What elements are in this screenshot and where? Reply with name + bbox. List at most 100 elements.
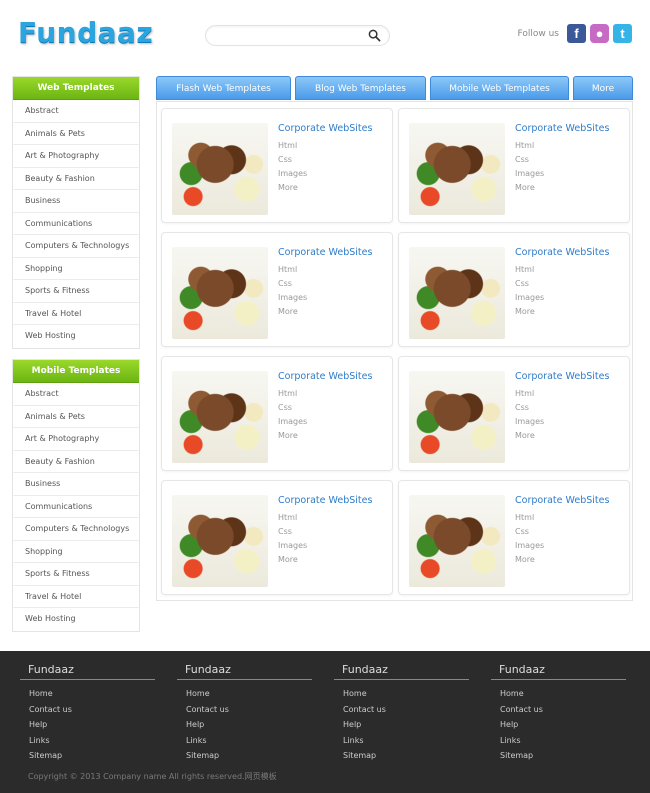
- search-box[interactable]: [205, 25, 390, 46]
- card-link-css[interactable]: Css: [515, 279, 529, 288]
- food-thumbnail-image[interactable]: [172, 495, 268, 587]
- sidebar-item-business[interactable]: Business: [13, 190, 139, 213]
- site-logo[interactable]: Fundaaz: [18, 16, 153, 49]
- footer-link-sitemap[interactable]: Sitemap: [491, 748, 626, 764]
- footer-link-help[interactable]: Help: [491, 717, 626, 733]
- sidebar-item-art-and-photography[interactable]: Art & Photography: [13, 428, 139, 451]
- food-thumbnail-image[interactable]: [409, 247, 505, 339]
- card-link-images[interactable]: Images: [278, 169, 307, 178]
- sidebar-item-art-and-photography[interactable]: Art & Photography: [13, 145, 139, 168]
- card-title[interactable]: Corporate WebSites: [278, 371, 372, 382]
- footer-link-help[interactable]: Help: [334, 717, 469, 733]
- card-link-html[interactable]: Html: [515, 513, 534, 522]
- card-link-more[interactable]: More: [515, 555, 535, 564]
- footer-link-links[interactable]: Links: [334, 733, 469, 749]
- card-link-html[interactable]: Html: [278, 389, 297, 398]
- card-link-css[interactable]: Css: [278, 527, 292, 536]
- card-link-more[interactable]: More: [278, 183, 298, 192]
- food-thumbnail-image[interactable]: [409, 495, 505, 587]
- tab-blog-web-templates[interactable]: Blog Web Templates: [295, 76, 426, 100]
- sidebar-item-sports-and-fitness[interactable]: Sports & Fitness: [13, 280, 139, 303]
- footer-link-home[interactable]: Home: [491, 686, 626, 702]
- card-link-more[interactable]: More: [278, 431, 298, 440]
- sidebar-item-animals-and-pets[interactable]: Animals & Pets: [13, 406, 139, 428]
- search-input[interactable]: [216, 26, 366, 45]
- footer-link-help[interactable]: Help: [20, 717, 155, 733]
- footer-link-home[interactable]: Home: [20, 686, 155, 702]
- footer-link-contact-us[interactable]: Contact us: [177, 702, 312, 718]
- footer-link-contact-us[interactable]: Contact us: [20, 702, 155, 718]
- card-link-images[interactable]: Images: [515, 293, 544, 302]
- card-title[interactable]: Corporate WebSites: [515, 123, 609, 134]
- sidebar-item-business[interactable]: Business: [13, 473, 139, 496]
- card-link-css[interactable]: Css: [515, 527, 529, 536]
- sidebar-item-web-hosting[interactable]: Web Hosting: [13, 325, 139, 348]
- sidebar-item-web-hosting[interactable]: Web Hosting: [13, 608, 139, 631]
- sidebar-item-animals-and-pets[interactable]: Animals & Pets: [13, 123, 139, 145]
- sidebar-item-travel-and-hotel[interactable]: Travel & Hotel: [13, 586, 139, 608]
- footer-link-help[interactable]: Help: [177, 717, 312, 733]
- card-link-more[interactable]: More: [515, 183, 535, 192]
- flickr-icon[interactable]: ●: [590, 24, 609, 43]
- card-link-css[interactable]: Css: [278, 403, 292, 412]
- footer-link-sitemap[interactable]: Sitemap: [177, 748, 312, 764]
- food-thumbnail-image[interactable]: [409, 371, 505, 463]
- sidebar-item-communications[interactable]: Communications: [13, 213, 139, 235]
- card-link-images[interactable]: Images: [278, 293, 307, 302]
- card-link-more[interactable]: More: [515, 431, 535, 440]
- card-link-html[interactable]: Html: [278, 265, 297, 274]
- footer-link-sitemap[interactable]: Sitemap: [20, 748, 155, 764]
- footer-link-home[interactable]: Home: [177, 686, 312, 702]
- card-link-css[interactable]: Css: [515, 403, 529, 412]
- card-link-html[interactable]: Html: [515, 265, 534, 274]
- card-link-css[interactable]: Css: [278, 155, 292, 164]
- card-title[interactable]: Corporate WebSites: [515, 495, 609, 506]
- footer-link-links[interactable]: Links: [177, 733, 312, 749]
- card-link-images[interactable]: Images: [515, 169, 544, 178]
- sidebar-item-abstract[interactable]: Abstract: [13, 100, 139, 123]
- facebook-icon[interactable]: f: [567, 24, 586, 43]
- sidebar-item-computers-and-technologys[interactable]: Computers & Technologys: [13, 235, 139, 258]
- sidebar-item-communications[interactable]: Communications: [13, 496, 139, 518]
- card-link-html[interactable]: Html: [515, 141, 534, 150]
- footer-link-home[interactable]: Home: [334, 686, 469, 702]
- footer-link-contact-us[interactable]: Contact us: [491, 702, 626, 718]
- card-link-more[interactable]: More: [278, 307, 298, 316]
- sidebar-item-shopping[interactable]: Shopping: [13, 258, 139, 280]
- card-link-css[interactable]: Css: [515, 155, 529, 164]
- footer-link-links[interactable]: Links: [491, 733, 626, 749]
- food-thumbnail-image[interactable]: [172, 371, 268, 463]
- search-icon[interactable]: [368, 29, 381, 42]
- card-link-images[interactable]: Images: [278, 417, 307, 426]
- card-title[interactable]: Corporate WebSites: [278, 247, 372, 258]
- food-thumbnail-image[interactable]: [172, 247, 268, 339]
- card-link-html[interactable]: Html: [515, 389, 534, 398]
- food-thumbnail-image[interactable]: [172, 123, 268, 215]
- card-link-images[interactable]: Images: [515, 417, 544, 426]
- tab-more[interactable]: More: [573, 76, 633, 100]
- sidebar-item-abstract[interactable]: Abstract: [13, 383, 139, 406]
- card-link-more[interactable]: More: [515, 307, 535, 316]
- card-title[interactable]: Corporate WebSites: [278, 123, 372, 134]
- footer-link-contact-us[interactable]: Contact us: [334, 702, 469, 718]
- card-title[interactable]: Corporate WebSites: [278, 495, 372, 506]
- footer-link-sitemap[interactable]: Sitemap: [334, 748, 469, 764]
- sidebar-item-shopping[interactable]: Shopping: [13, 541, 139, 563]
- card-link-images[interactable]: Images: [278, 541, 307, 550]
- card-link-more[interactable]: More: [278, 555, 298, 564]
- tab-mobile-web-templates[interactable]: Mobile Web Templates: [430, 76, 569, 100]
- card-link-html[interactable]: Html: [278, 141, 297, 150]
- sidebar-item-computers-and-technologys[interactable]: Computers & Technologys: [13, 518, 139, 541]
- card-title[interactable]: Corporate WebSites: [515, 371, 609, 382]
- card-link-css[interactable]: Css: [278, 279, 292, 288]
- food-thumbnail-image[interactable]: [409, 123, 505, 215]
- card-link-images[interactable]: Images: [515, 541, 544, 550]
- sidebar-item-beauty-and-fashion[interactable]: Beauty & Fashion: [13, 168, 139, 190]
- footer-link-links[interactable]: Links: [20, 733, 155, 749]
- sidebar-item-sports-and-fitness[interactable]: Sports & Fitness: [13, 563, 139, 586]
- sidebar-item-beauty-and-fashion[interactable]: Beauty & Fashion: [13, 451, 139, 473]
- sidebar-item-travel-and-hotel[interactable]: Travel & Hotel: [13, 303, 139, 325]
- card-link-html[interactable]: Html: [278, 513, 297, 522]
- twitter-icon[interactable]: t: [613, 24, 632, 43]
- tab-flash-web-templates[interactable]: Flash Web Templates: [156, 76, 291, 100]
